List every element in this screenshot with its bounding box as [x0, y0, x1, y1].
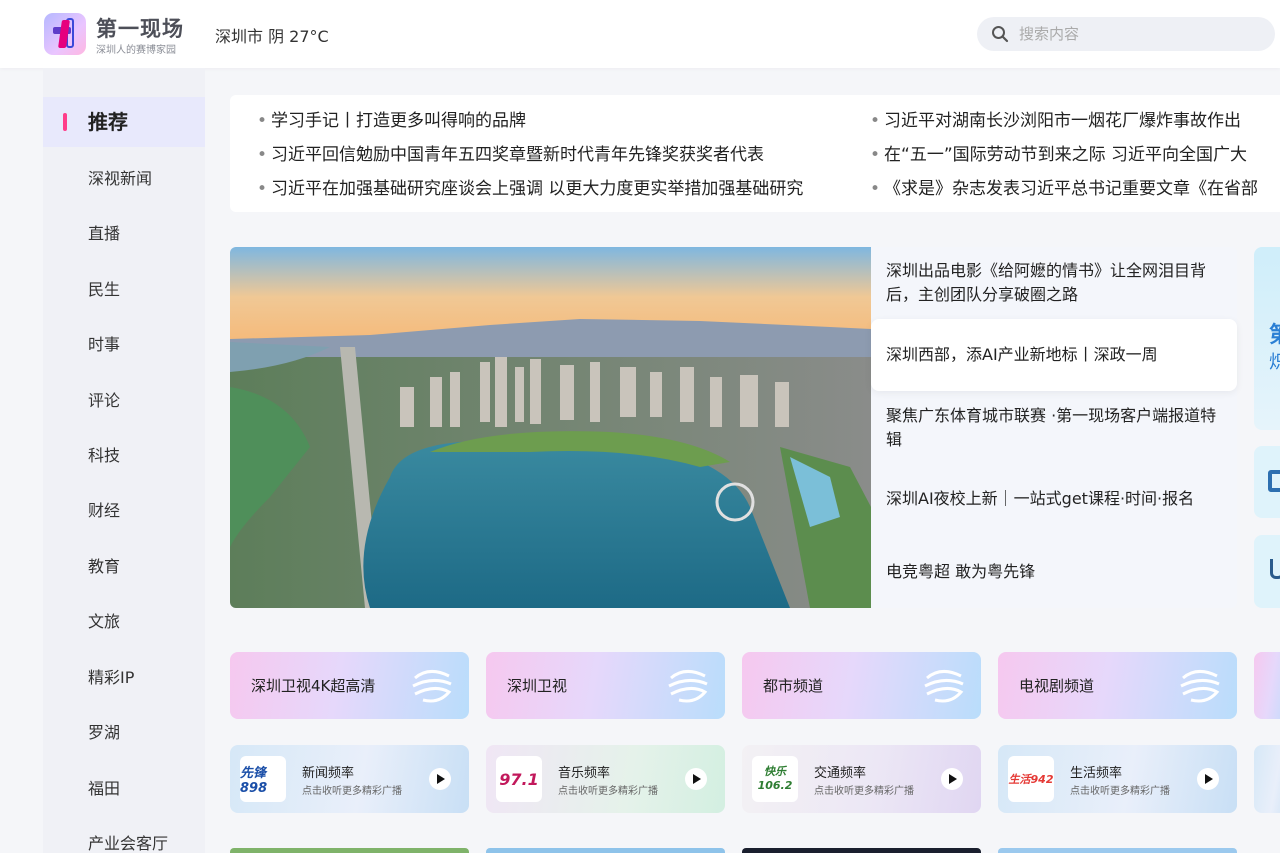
sidebar-item-label: 罗湖 [88, 723, 121, 742]
channel-card-partial[interactable] [1254, 652, 1280, 719]
sztv-logo-icon [1180, 670, 1220, 703]
sidebar-item-label: 教育 [88, 557, 121, 576]
channel-card[interactable]: 电视剧频道 [998, 652, 1237, 719]
headline-ticker: 学习手记丨打造更多叫得响的品牌 习近平回信勉励中国青年五四奖章暨新时代青年先锋奖… [230, 95, 1280, 212]
sidebar-item-tech[interactable]: 科技 [43, 431, 205, 481]
hero-headline-list: 深圳出品电影《给阿嬷的情书》让全网泪目背后，主创团队分享破圈之路 深圳西部，添A… [871, 247, 1237, 608]
channel-label: 电视剧频道 [1019, 677, 1095, 695]
sidebar-item-recommend[interactable]: 推荐 [43, 97, 205, 147]
radio-name: 新闻频率 [302, 766, 355, 781]
search-icon[interactable] [991, 25, 1009, 43]
ticker-headline[interactable]: 在“五一”国际劳动节到来之际 习近平向全国广大 [870, 143, 1280, 167]
sidebar-item-label: 精彩IP [88, 668, 135, 687]
hero-headline[interactable]: 电竞粤超 敢为粤先锋 [871, 560, 1237, 584]
sidebar-item-futian[interactable]: 福田 [43, 764, 205, 814]
sidebar-item-label: 产业会客厅 [88, 834, 169, 853]
channel-label: 深圳卫视4K超高清 [251, 677, 376, 695]
hero-headline[interactable]: 聚焦广东体育城市联赛 ·第一现场客户端报道特辑 [871, 404, 1237, 452]
side-promo-icon [1270, 559, 1280, 579]
sidebar-item-sztv-news[interactable]: 深视新闻 [43, 154, 205, 204]
radio-logo-traffic: 快乐106.2 [752, 756, 798, 802]
ticker-headline[interactable]: 学习手记丨打造更多叫得响的品牌 [257, 109, 847, 133]
search-input[interactable] [1019, 17, 1259, 51]
radio-logo-news: 先锋898 [240, 756, 286, 802]
radio-card[interactable]: 先锋898 新闻频率 点击收听更多精彩广播 [230, 745, 469, 813]
hero-headline[interactable]: 深圳出品电影《给阿嬷的情书》让全网泪目背后，主创团队分享破圈之路 [871, 259, 1237, 307]
radio-desc: 点击收听更多精彩广播 [1070, 786, 1170, 797]
sidebar-item-label: 评论 [88, 391, 121, 410]
sztv-logo-icon [412, 670, 452, 703]
channel-card[interactable]: 深圳卫视4K超高清 [230, 652, 469, 719]
radio-name: 交通频率 [814, 766, 867, 781]
radio-name: 音乐频率 [558, 766, 611, 781]
radio-card-partial[interactable] [1254, 745, 1280, 813]
next-row-card-edge [998, 848, 1237, 853]
side-promo-icon [1268, 470, 1280, 492]
radio-card[interactable]: 生活942 生活频率 点击收听更多精彩广播 [998, 745, 1237, 813]
radio-logo-music: 97.1 [496, 756, 542, 802]
sidebar-nav: 推荐 深视新闻 直播 民生 时事 评论 科技 财经 教育 文旅 精彩IP 罗湖 … [43, 68, 205, 853]
sidebar-item-label: 科技 [88, 446, 121, 465]
city-aerial-photo [230, 247, 871, 608]
side-promo-card[interactable]: 第 炽 [1254, 247, 1280, 430]
ticker-headline[interactable]: 习近平在加强基础研究座谈会上强调 以更大力度更实举措加强基础研究 [257, 177, 847, 201]
weather-info: 深圳市 阴 27°C [215, 27, 329, 46]
sztv-logo-icon [924, 670, 964, 703]
sidebar-item-label: 推荐 [88, 110, 128, 134]
channel-card[interactable]: 都市频道 [742, 652, 981, 719]
sidebar-item-current-affairs[interactable]: 时事 [43, 320, 205, 370]
channel-label: 都市频道 [763, 677, 824, 695]
play-icon[interactable] [941, 768, 963, 790]
sidebar-item-label: 时事 [88, 335, 121, 354]
radio-logo-life: 生活942 [1008, 756, 1054, 802]
side-promo-char: 炽 [1269, 352, 1280, 373]
radio-card[interactable]: 97.1 音乐频率 点击收听更多精彩广播 [486, 745, 725, 813]
logo-title[interactable]: 第一现场 [96, 13, 184, 43]
radio-desc: 点击收听更多精彩广播 [302, 786, 402, 797]
ticker-headline[interactable]: 《求是》杂志发表习近平总书记重要文章《在省部 [870, 177, 1280, 201]
sidebar-item-education[interactable]: 教育 [43, 542, 205, 592]
hero-headline-active[interactable]: 深圳西部，添AI产业新地标丨深政一周 [871, 319, 1237, 391]
sidebar-item-label: 直播 [88, 224, 121, 243]
ticker-headline[interactable]: 习近平回信勉励中国青年五四奖章暨新时代青年先锋奖获奖者代表 [257, 143, 847, 167]
sidebar-item-finance[interactable]: 财经 [43, 486, 205, 536]
hero-headline[interactable]: 深圳AI夜校上新｜一站式get课程·时间·报名 [871, 487, 1237, 511]
channel-card[interactable]: 深圳卫视 [486, 652, 725, 719]
radio-desc: 点击收听更多精彩广播 [558, 786, 658, 797]
sidebar-item-culture-travel[interactable]: 文旅 [43, 597, 205, 647]
sidebar-item-label: 文旅 [88, 612, 121, 631]
hero-city-image[interactable] [230, 247, 871, 608]
sidebar-item-label: 民生 [88, 280, 121, 299]
sidebar-item-featured-ip[interactable]: 精彩IP [43, 653, 205, 703]
side-promo-char: 第 [1269, 317, 1280, 349]
channel-label: 深圳卫视 [507, 677, 568, 695]
logo-icon[interactable] [44, 13, 86, 55]
top-header: 第一现场 深圳人的赛博家园 深圳市 阴 27°C [0, 0, 1280, 68]
sidebar-item-industry-lounge[interactable]: 产业会客厅 [43, 819, 205, 853]
ticker-headline[interactable]: 习近平对湖南长沙浏阳市一烟花厂爆炸事故作出 [870, 109, 1280, 133]
sidebar-item-luohu[interactable]: 罗湖 [43, 708, 205, 758]
search-bar[interactable] [977, 17, 1275, 51]
side-promo-card[interactable] [1254, 535, 1280, 608]
sidebar-item-live[interactable]: 直播 [43, 209, 205, 259]
next-row-card-edge [486, 848, 725, 853]
play-icon[interactable] [1197, 768, 1219, 790]
play-icon[interactable] [429, 768, 451, 790]
sidebar-item-label: 深视新闻 [88, 169, 153, 188]
next-row-card-edge [230, 848, 469, 853]
sidebar-item-commentary[interactable]: 评论 [43, 376, 205, 426]
radio-name: 生活频率 [1070, 766, 1123, 781]
next-row-card-edge [742, 848, 981, 853]
side-promo-card[interactable] [1254, 446, 1280, 518]
sidebar-item-livelihood[interactable]: 民生 [43, 265, 205, 315]
sidebar-item-label: 福田 [88, 779, 121, 798]
sidebar-item-label: 财经 [88, 501, 121, 520]
play-icon[interactable] [685, 768, 707, 790]
sztv-logo-icon [668, 670, 708, 703]
radio-card[interactable]: 快乐106.2 交通频率 点击收听更多精彩广播 [742, 745, 981, 813]
radio-desc: 点击收听更多精彩广播 [814, 786, 914, 797]
logo-subtitle: 深圳人的赛博家园 [96, 45, 176, 56]
active-marker [63, 113, 67, 131]
